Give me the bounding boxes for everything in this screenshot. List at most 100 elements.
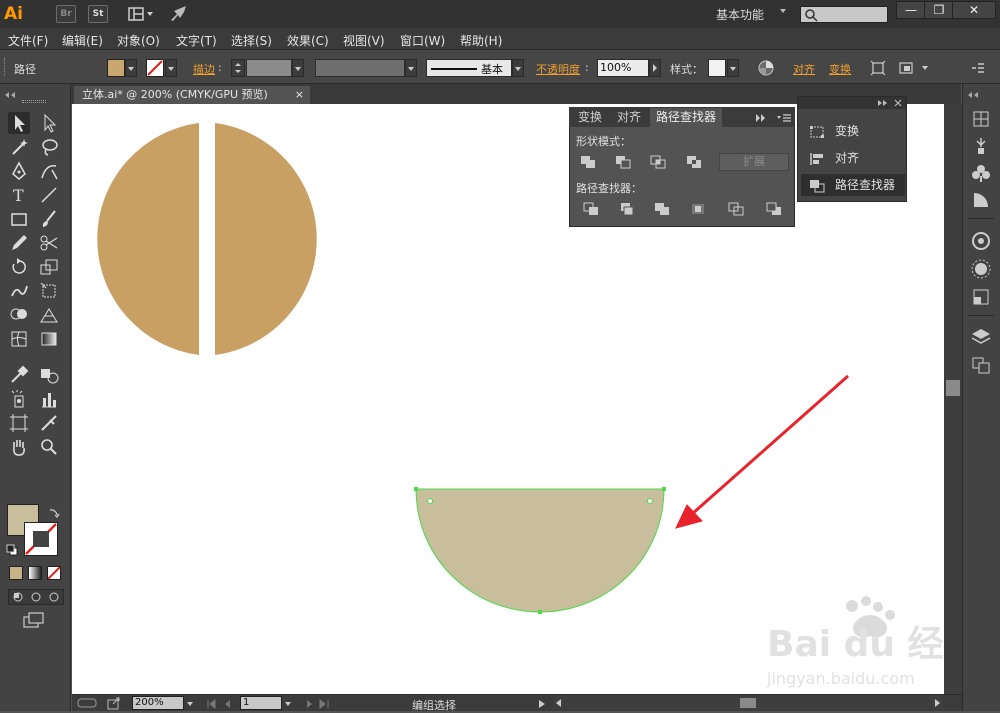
tab-transform[interactable]: 变换 — [572, 108, 608, 127]
stroke-swatch[interactable] — [146, 59, 164, 77]
collapsed-align-item[interactable]: 对齐 — [801, 147, 905, 169]
align-panel-link[interactable]: 对齐 — [793, 61, 815, 77]
arrange-documents-icon[interactable] — [128, 6, 154, 22]
stroke-weight-dropdown[interactable] — [292, 59, 304, 77]
zoom-tool-icon[interactable] — [38, 436, 60, 458]
workspace-dropdown-icon[interactable] — [780, 9, 786, 13]
color-mode-button[interactable] — [9, 566, 23, 580]
transform-panel-link[interactable]: 变换 — [829, 61, 851, 77]
swatches-icon[interactable] — [968, 108, 994, 130]
symbol-sprayer-icon[interactable] — [8, 388, 30, 410]
artboards-icon[interactable] — [968, 354, 994, 376]
menu-window[interactable]: 窗口(W) — [400, 32, 445, 49]
appearance-icon[interactable] — [968, 258, 994, 280]
creative-cloud-libraries-icon[interactable] — [968, 230, 994, 252]
eyedropper-icon[interactable] — [8, 364, 30, 386]
minus-back-button[interactable] — [765, 201, 783, 217]
bridge-button[interactable]: Br — [56, 5, 76, 23]
expand-button[interactable]: 扩展 — [719, 153, 789, 171]
pencil-icon[interactable] — [8, 232, 30, 254]
vertical-scroll-thumb[interactable] — [946, 380, 960, 396]
shape-builder-icon[interactable] — [8, 304, 30, 326]
control-bar-grip[interactable] — [4, 58, 7, 76]
artboard-number-field[interactable]: 1 — [240, 696, 282, 710]
right-half-circle[interactable] — [215, 123, 317, 355]
status-menu-arrow[interactable] — [538, 698, 546, 708]
variable-width-dropdown[interactable] — [405, 59, 417, 77]
rotate-tool-icon[interactable] — [8, 256, 30, 278]
blend-tool-icon[interactable] — [38, 364, 60, 386]
exclude-button[interactable] — [685, 154, 703, 170]
scissors-icon[interactable] — [38, 232, 60, 254]
vertical-scrollbar[interactable] — [944, 104, 962, 694]
mesh-tool-icon[interactable] — [8, 328, 30, 350]
scale-tool-icon[interactable] — [38, 256, 60, 278]
stroke-color-box[interactable] — [24, 522, 58, 556]
default-fill-stroke-icon[interactable] — [6, 544, 18, 556]
share-icon[interactable] — [106, 696, 122, 710]
none-mode-button[interactable] — [47, 566, 61, 580]
horizontal-scroll-thumb[interactable] — [740, 698, 756, 708]
minimize-button[interactable]: — — [896, 1, 926, 19]
document-tab-close[interactable]: × — [295, 86, 304, 104]
screen-mode-icon[interactable] — [22, 612, 46, 628]
gpu-performance-icon[interactable] — [168, 5, 190, 23]
menu-type[interactable]: 文字(T) — [176, 32, 217, 49]
crop-button[interactable] — [689, 201, 707, 217]
menu-file[interactable]: 文件(F) — [8, 32, 48, 49]
panel-menu-icon[interactable] — [776, 112, 792, 122]
menu-effect[interactable]: 效果(C) — [287, 32, 329, 49]
magic-wand-icon[interactable] — [8, 136, 30, 158]
close-button[interactable]: ✕ — [952, 1, 996, 19]
symbols-icon[interactable] — [968, 162, 994, 184]
hand-tool-icon[interactable] — [8, 436, 30, 458]
isolate-selected-icon[interactable] — [870, 60, 886, 76]
arrange-options-icon[interactable] — [898, 60, 932, 76]
menu-view[interactable]: 视图(V) — [343, 32, 385, 49]
stock-button[interactable]: St — [88, 5, 108, 23]
brush-dropdown[interactable] — [512, 59, 524, 77]
menu-help[interactable]: 帮助(H) — [460, 32, 502, 49]
first-prev-artboard-icons[interactable] — [206, 698, 236, 710]
rectangle-tool-icon[interactable] — [8, 208, 30, 230]
graphic-style-dropdown[interactable] — [727, 59, 739, 77]
fill-swatch[interactable] — [107, 59, 125, 77]
curvature-tool-icon[interactable] — [38, 160, 60, 182]
document-tab[interactable]: 立体.ai* @ 200% (CMYK/GPU 预览) × — [74, 86, 310, 104]
panel-collapse-icon[interactable] — [754, 112, 768, 122]
intersect-button[interactable] — [649, 154, 667, 170]
selected-half-disc[interactable] — [415, 488, 665, 613]
column-graph-icon[interactable] — [38, 388, 60, 410]
variable-width-profile[interactable] — [315, 59, 405, 77]
next-last-artboard-icons[interactable] — [302, 698, 332, 710]
menu-object[interactable]: 对象(O) — [117, 32, 160, 49]
opacity-panel-link[interactable]: 不透明度 — [536, 61, 580, 77]
divide-button[interactable] — [582, 201, 600, 217]
collapsed-pathfinder-item[interactable]: 路径查找器 — [801, 174, 905, 196]
stroke-weight-field[interactable] — [246, 59, 292, 77]
gradient-mode-button[interactable] — [28, 566, 42, 580]
perspective-grid-icon[interactable] — [38, 304, 60, 326]
outline-button[interactable] — [727, 201, 745, 217]
tab-align[interactable]: 对齐 — [611, 108, 647, 127]
artboard-dropdown[interactable] — [282, 696, 294, 710]
workspace-switcher[interactable]: 基本功能 — [716, 6, 764, 23]
tab-pathfinder[interactable]: 路径查找器 — [650, 108, 723, 127]
minus-front-button[interactable] — [614, 154, 632, 170]
lasso-icon[interactable] — [38, 136, 60, 158]
expand-dock-icon[interactable] — [967, 88, 981, 98]
pen-tool-icon[interactable] — [8, 160, 30, 182]
recolor-artwork-icon[interactable] — [757, 59, 775, 77]
selection-tool-icon[interactable] — [8, 112, 30, 134]
collapsed-transform-item[interactable]: 变换 — [801, 120, 905, 142]
toolbar-grip[interactable] — [22, 100, 46, 103]
stroke-weight-stepper[interactable] — [231, 59, 245, 77]
fill-dropdown[interactable] — [125, 59, 137, 77]
menu-select[interactable]: 选择(S) — [231, 32, 272, 49]
unite-button[interactable] — [579, 154, 597, 170]
menu-edit[interactable]: 编辑(E) — [62, 32, 103, 49]
warp-tool-icon[interactable] — [8, 280, 30, 302]
collapsed-panel-header[interactable] — [798, 97, 906, 109]
graphic-style-swatch[interactable] — [708, 59, 726, 77]
collapse-toolbar-icon[interactable] — [4, 88, 18, 98]
